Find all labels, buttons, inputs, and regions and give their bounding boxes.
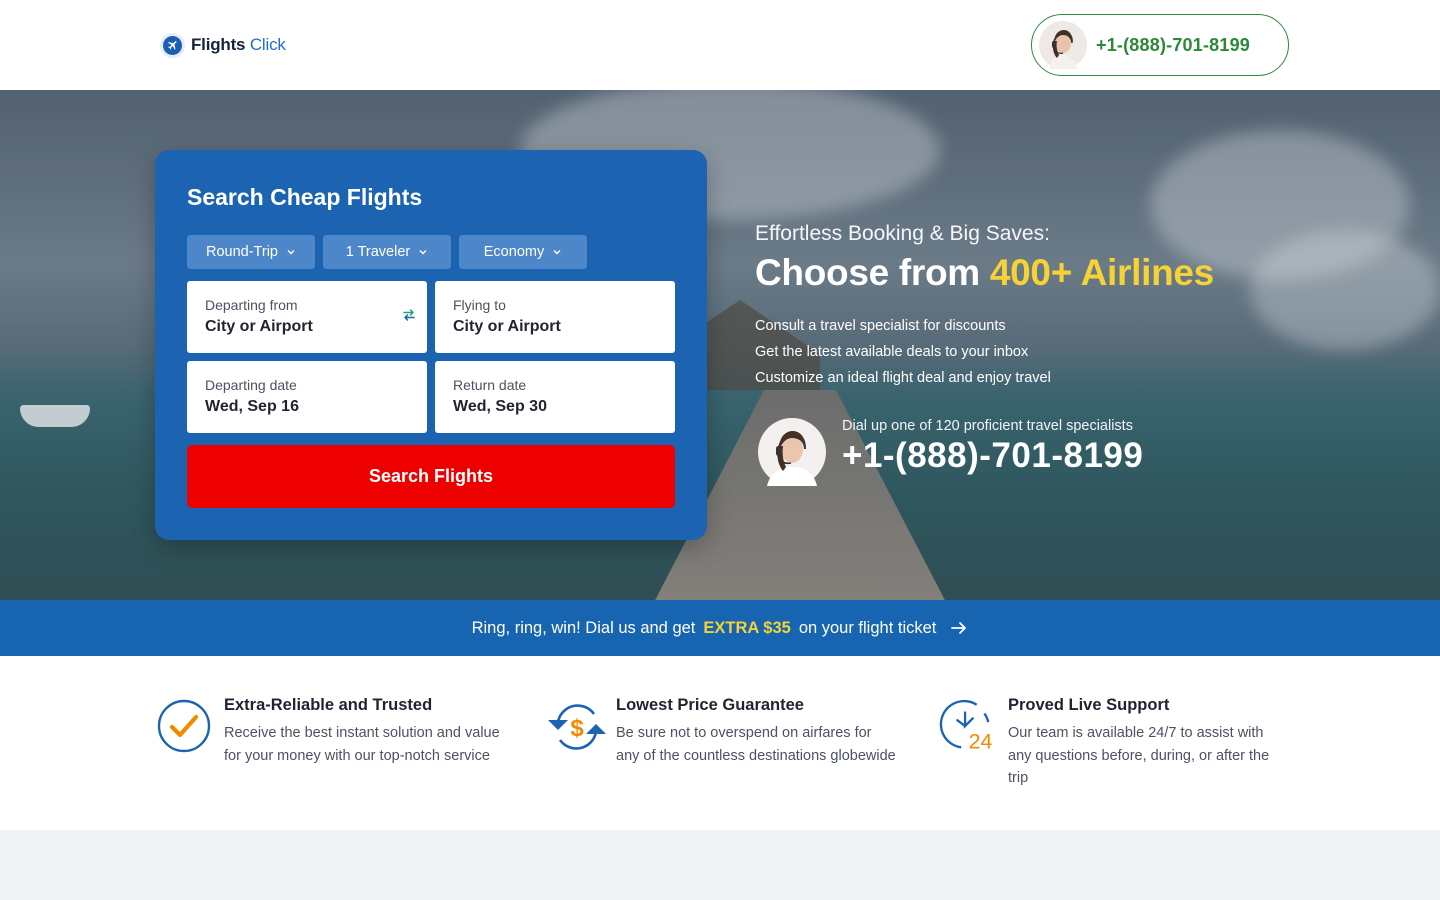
flying-to-label: Flying to: [453, 297, 506, 313]
departing-date-value: Wed, Sep 16: [205, 398, 299, 415]
clock-24-icon: 24: [939, 699, 993, 753]
feature-description: Our team is available 24/7 to assist wit…: [1008, 725, 1270, 786]
travelers-select[interactable]: 1 Traveler: [323, 235, 451, 269]
arrow-right-icon: [951, 622, 967, 634]
header-call-button[interactable]: +1-(888)-701-8199: [1031, 14, 1289, 76]
departing-from-label: Departing from: [205, 297, 298, 313]
flying-to-value: City or Airport: [453, 318, 561, 335]
promo-banner[interactable]: Ring, ring, win! Dial us and get EXTRA $…: [0, 600, 1440, 656]
hero-eyebrow: Effortless Booking & Big Saves:: [755, 222, 1050, 245]
departing-date-field[interactable]: Departing date Wed, Sep 16: [187, 361, 427, 433]
chevron-down-icon: [419, 250, 427, 255]
promo-text-after: on your flight ticket: [798, 618, 937, 637]
search-title: Search Cheap Flights: [187, 184, 423, 210]
site-header: Flights Click +1-(888)-701-8199: [0, 0, 1440, 90]
agent-note: Dial up one of 120 proficient travel spe…: [842, 418, 1133, 434]
cabin-class-select[interactable]: Economy: [459, 235, 587, 269]
svg-text:24: 24: [969, 729, 993, 753]
hero-headline: Choose from 400+ Airlines: [755, 252, 1214, 293]
return-date-field[interactable]: Return date Wed, Sep 30: [435, 361, 675, 433]
feature-title: Extra-Reliable and Trusted: [224, 696, 433, 714]
travelers-value: 1 Traveler: [345, 244, 411, 260]
background-boat: [20, 405, 90, 427]
agent-avatar: [1039, 21, 1087, 69]
hero-phone-number[interactable]: +1-(888)-701-8199: [842, 436, 1143, 476]
features-section: Extra-Reliable and Trusted Receive the b…: [0, 656, 1440, 830]
checkmark-circle-icon: [157, 699, 211, 753]
background-cloud: [1250, 230, 1440, 350]
headline-highlight: 400+ Airlines: [989, 252, 1214, 293]
agent-callout: Dial up one of 120 proficient travel spe…: [755, 418, 1175, 488]
departing-from-field[interactable]: Departing from City or Airport: [187, 281, 427, 353]
plane-logo-icon: [160, 32, 185, 58]
hero-copy: Effortless Booking & Big Saves: Choose f…: [755, 222, 1214, 486]
feature-title: Proved Live Support: [1008, 696, 1170, 714]
departing-from-value: City or Airport: [205, 318, 313, 335]
departing-date-label: Departing date: [205, 377, 297, 393]
swap-arrows-icon[interactable]: [401, 307, 417, 323]
trip-type-select[interactable]: Round-Trip: [187, 235, 315, 269]
hero-section: Search Cheap Flights Round-Trip 1 Travel…: [0, 90, 1440, 600]
chevron-down-icon: [553, 250, 561, 255]
cabin-class-value: Economy: [483, 244, 545, 260]
promo-highlight: EXTRA $35: [703, 618, 791, 637]
promo-text-before: Ring, ring, win! Dial us and get: [471, 618, 696, 637]
brand-logo[interactable]: Flights Click: [160, 32, 286, 58]
brand-name: Flights Click: [191, 35, 286, 54]
search-flights-button[interactable]: Search Flights: [187, 445, 675, 508]
trip-type-value: Round-Trip: [206, 244, 278, 260]
chevron-down-icon: [287, 250, 295, 255]
flight-search-form: Search Cheap Flights Round-Trip 1 Travel…: [155, 150, 707, 540]
flying-to-field[interactable]: Flying to City or Airport: [435, 281, 675, 353]
svg-text:$: $: [570, 715, 584, 742]
return-date-label: Return date: [453, 377, 527, 393]
header-phone-number: +1-(888)-701-8199: [1096, 34, 1251, 55]
feature-description: Be sure not to overspend on airfares for…: [616, 725, 896, 764]
return-date-value: Wed, Sep 30: [453, 398, 547, 415]
dollar-refresh-icon: $: [548, 704, 606, 750]
feature-title: Lowest Price Guarantee: [616, 696, 804, 714]
agent-avatar: [758, 418, 826, 486]
benefit-item: Get the latest available deals to your i…: [755, 344, 1029, 360]
feature-description: Receive the best instant solution and va…: [224, 725, 500, 764]
benefit-item: Customize an ideal flight deal and enjoy…: [755, 370, 1051, 386]
benefit-item: Consult a travel specialist for discount…: [755, 318, 1006, 334]
benefit-list: Consult a travel specialist for discount…: [755, 316, 1214, 394]
